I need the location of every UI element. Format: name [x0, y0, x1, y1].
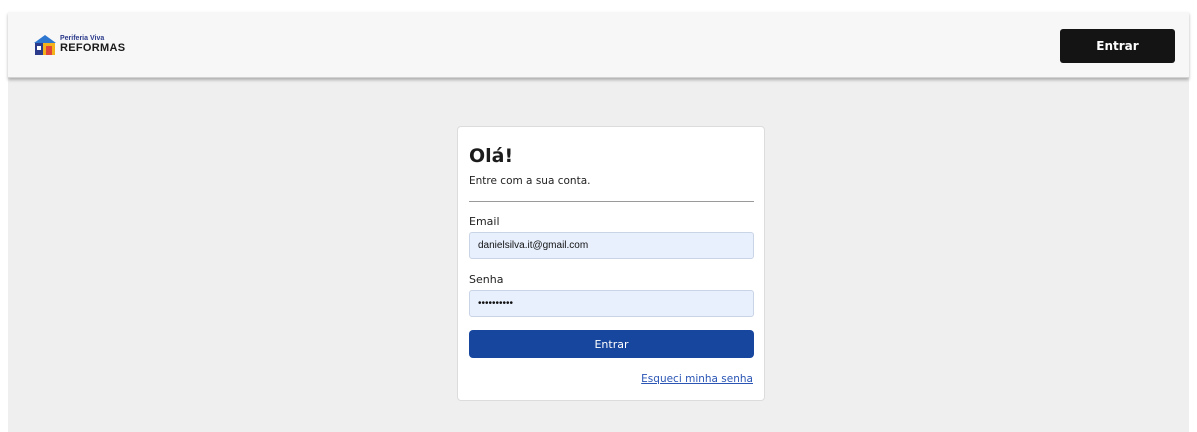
login-submit-button[interactable]: Entrar [469, 330, 754, 358]
logo-tagline: Periferia Viva [60, 35, 105, 42]
email-label: Email [469, 215, 500, 228]
brand-logo[interactable]: Periferia Viva REFORMAS [32, 31, 125, 59]
header-login-button[interactable]: Entrar [1060, 29, 1175, 63]
top-header: Periferia Viva REFORMAS Entrar [8, 12, 1189, 78]
divider [469, 201, 754, 202]
login-title: Olá! [469, 145, 514, 167]
forgot-password-link[interactable]: Esqueci minha senha [641, 373, 753, 385]
login-subtitle: Entre com a sua conta. [469, 175, 591, 187]
password-field[interactable] [469, 290, 754, 317]
page-background: Periferia Viva REFORMAS Entrar Olá! Entr… [8, 12, 1189, 432]
house-logo-icon [34, 35, 56, 55]
login-card: Olá! Entre com a sua conta. Email Senha … [457, 126, 765, 401]
email-field[interactable] [469, 232, 754, 259]
password-label: Senha [469, 273, 504, 286]
logo-wordmark: REFORMAS [60, 42, 126, 54]
